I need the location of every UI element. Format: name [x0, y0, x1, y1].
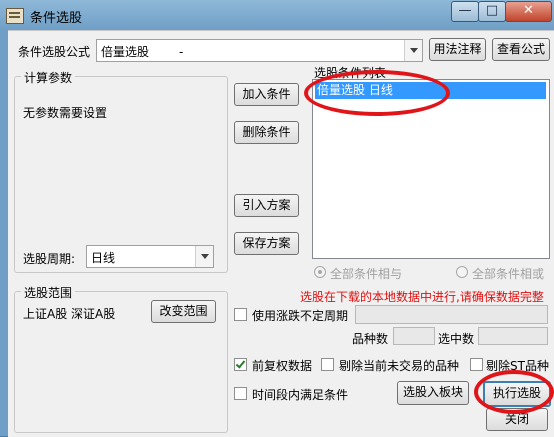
- list-item[interactable]: 倍量选股 日线: [315, 82, 546, 99]
- close-window-button[interactable]: ✕: [505, 1, 552, 22]
- period-value: 日线: [91, 251, 116, 265]
- logic-or-radio[interactable]: [456, 266, 468, 278]
- scope-markets: 上证A股 深证A股: [23, 307, 116, 321]
- selected-count-label: 选中数: [438, 332, 475, 346]
- window-title: 条件选股: [30, 11, 83, 26]
- formula-value: 倍量选股 -: [101, 45, 184, 59]
- import-scheme-button[interactable]: 引入方案: [234, 194, 299, 217]
- forward-adjust-label: 前复权数据: [252, 359, 313, 373]
- exclude-st-label: 剔除ST品种: [486, 359, 549, 373]
- no-params-text: 无参数需要设置: [23, 106, 108, 120]
- stock-count-label: 品种数: [352, 332, 389, 346]
- exclude-untraded-checkbox[interactable]: [321, 358, 334, 371]
- formula-label: 条件选股公式: [18, 45, 91, 59]
- maximize-button[interactable]: □: [478, 1, 506, 22]
- period-select[interactable]: 日线: [86, 245, 214, 268]
- forward-adjust-checkbox[interactable]: [234, 358, 247, 371]
- window: 条件选股 — □ ✕ 条件选股公式 倍量选股 - 用法注释 查看公式 计算参数 无…: [0, 0, 554, 437]
- undetermined-period-field: [355, 305, 548, 324]
- save-scheme-button[interactable]: 保存方案: [234, 232, 299, 255]
- delete-condition-button[interactable]: 删除条件: [234, 121, 299, 144]
- change-scope-button[interactable]: 改变范围: [151, 300, 216, 323]
- undetermined-period-label: 使用涨跌不定周期: [252, 309, 349, 323]
- time-range-checkbox[interactable]: [234, 387, 247, 400]
- usage-notes-button[interactable]: 用法注释: [429, 38, 486, 61]
- params-group: 计算参数 无参数需要设置 选股周期: 日线: [14, 69, 228, 273]
- scope-group: 选股范围 上证A股 深证A股 改变范围: [14, 284, 228, 433]
- logic-and-label: 全部条件相与: [330, 267, 403, 281]
- logic-and-radio[interactable]: [314, 266, 326, 278]
- conditions-list[interactable]: 倍量选股 日线: [312, 79, 550, 259]
- minimize-button[interactable]: —: [451, 1, 479, 22]
- period-label: 选股周期:: [23, 252, 76, 266]
- data-warning: 选股在下载的本地数据中进行,请确保数据完整: [300, 290, 544, 304]
- logic-or-label: 全部条件相或: [472, 267, 545, 281]
- close-button[interactable]: 关闭: [486, 408, 548, 431]
- chevron-down-icon[interactable]: [404, 40, 422, 61]
- execute-selection-button[interactable]: 执行选股: [483, 381, 551, 407]
- title-bar: 条件选股 — □ ✕: [0, 0, 554, 30]
- formula-select[interactable]: 倍量选股 -: [96, 39, 423, 62]
- chevron-down-icon[interactable]: [195, 246, 213, 267]
- undetermined-period-checkbox[interactable]: [234, 308, 247, 321]
- time-range-label: 时间段内满足条件: [252, 388, 349, 402]
- dialog-body: 条件选股公式 倍量选股 - 用法注释 查看公式 计算参数 无参数需要设置 选股周期…: [8, 30, 554, 437]
- scope-title: 选股范围: [21, 284, 76, 301]
- stock-count-field: [393, 327, 435, 345]
- params-title: 计算参数: [21, 69, 76, 86]
- exclude-untraded-label: 剔除当前未交易的品种: [339, 359, 460, 373]
- view-formula-button[interactable]: 查看公式: [492, 38, 550, 61]
- add-to-sector-button[interactable]: 选股入板块: [397, 381, 469, 405]
- add-condition-button[interactable]: 加入条件: [234, 83, 299, 106]
- app-icon: [6, 8, 24, 24]
- exclude-st-checkbox[interactable]: [470, 358, 483, 371]
- selected-count-field: [478, 327, 548, 345]
